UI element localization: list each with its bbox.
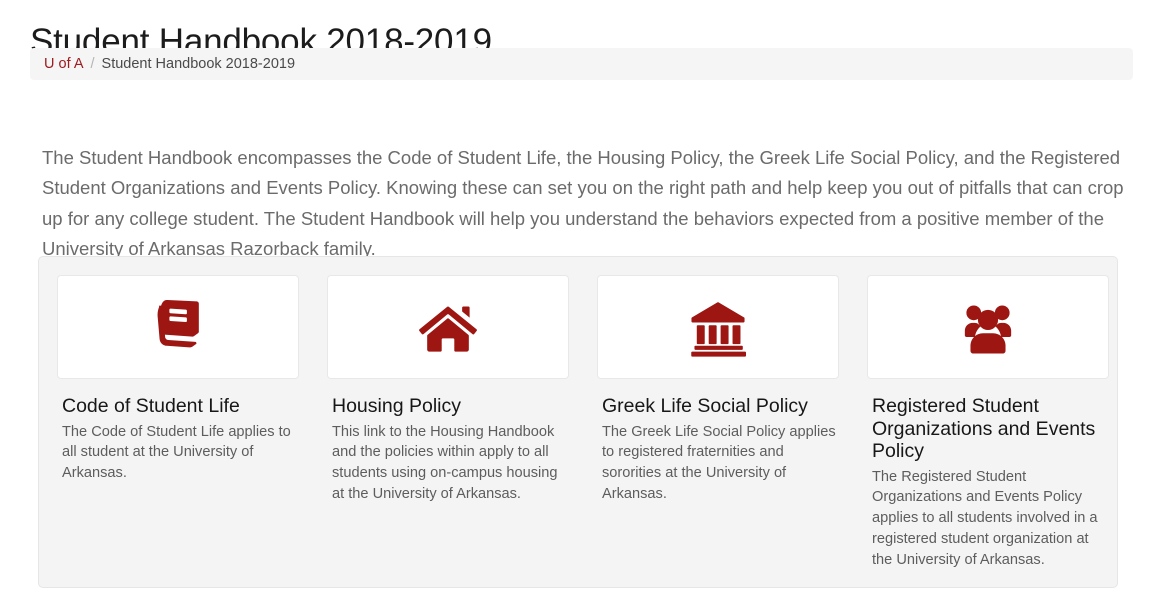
breadcrumb-item-current: Student Handbook 2018-2019 (101, 56, 296, 72)
intro-paragraph: The Student Handbook encompasses the Cod… (42, 146, 1124, 260)
card-description: This link to the Housing Handbook and th… (332, 423, 558, 502)
users-icon (957, 296, 1019, 358)
card-title: Housing Policy (332, 395, 461, 417)
book-icon (147, 296, 209, 358)
home-icon (417, 296, 479, 358)
card-title: Code of Student Life (62, 395, 240, 417)
card-code-of-student-life[interactable]: Code of Student Life The Code of Student… (57, 275, 299, 484)
card-description: The Registered Student Organizations and… (872, 468, 1098, 568)
card-title: Greek Life Social Policy (602, 395, 808, 417)
card-title: Registered Student Organizations and Eve… (872, 395, 1096, 462)
breadcrumb: U of A / Student Handbook 2018-2019 (30, 48, 1133, 80)
card-registered-student-organizations[interactable]: Registered Student Organizations and Eve… (867, 275, 1109, 570)
bank-icon (687, 296, 749, 358)
card-greek-life-social-policy[interactable]: Greek Life Social Policy The Greek Life … (597, 275, 839, 505)
breadcrumb-separator: / (90, 56, 95, 72)
card-description: The Greek Life Social Policy applies to … (602, 423, 836, 502)
card-icon-box (867, 275, 1109, 379)
policy-cards-panel: Code of Student Life The Code of Student… (38, 256, 1118, 588)
card-housing-policy[interactable]: Housing Policy This link to the Housing … (327, 275, 569, 505)
card-icon-box (327, 275, 569, 379)
card-description: The Code of Student Life applies to all … (62, 423, 291, 482)
breadcrumb-item-home[interactable]: U of A (44, 56, 84, 72)
card-icon-box (597, 275, 839, 379)
card-icon-box (57, 275, 299, 379)
page-root: Student Handbook 2018-2019 U of A / Stud… (0, 0, 1170, 600)
